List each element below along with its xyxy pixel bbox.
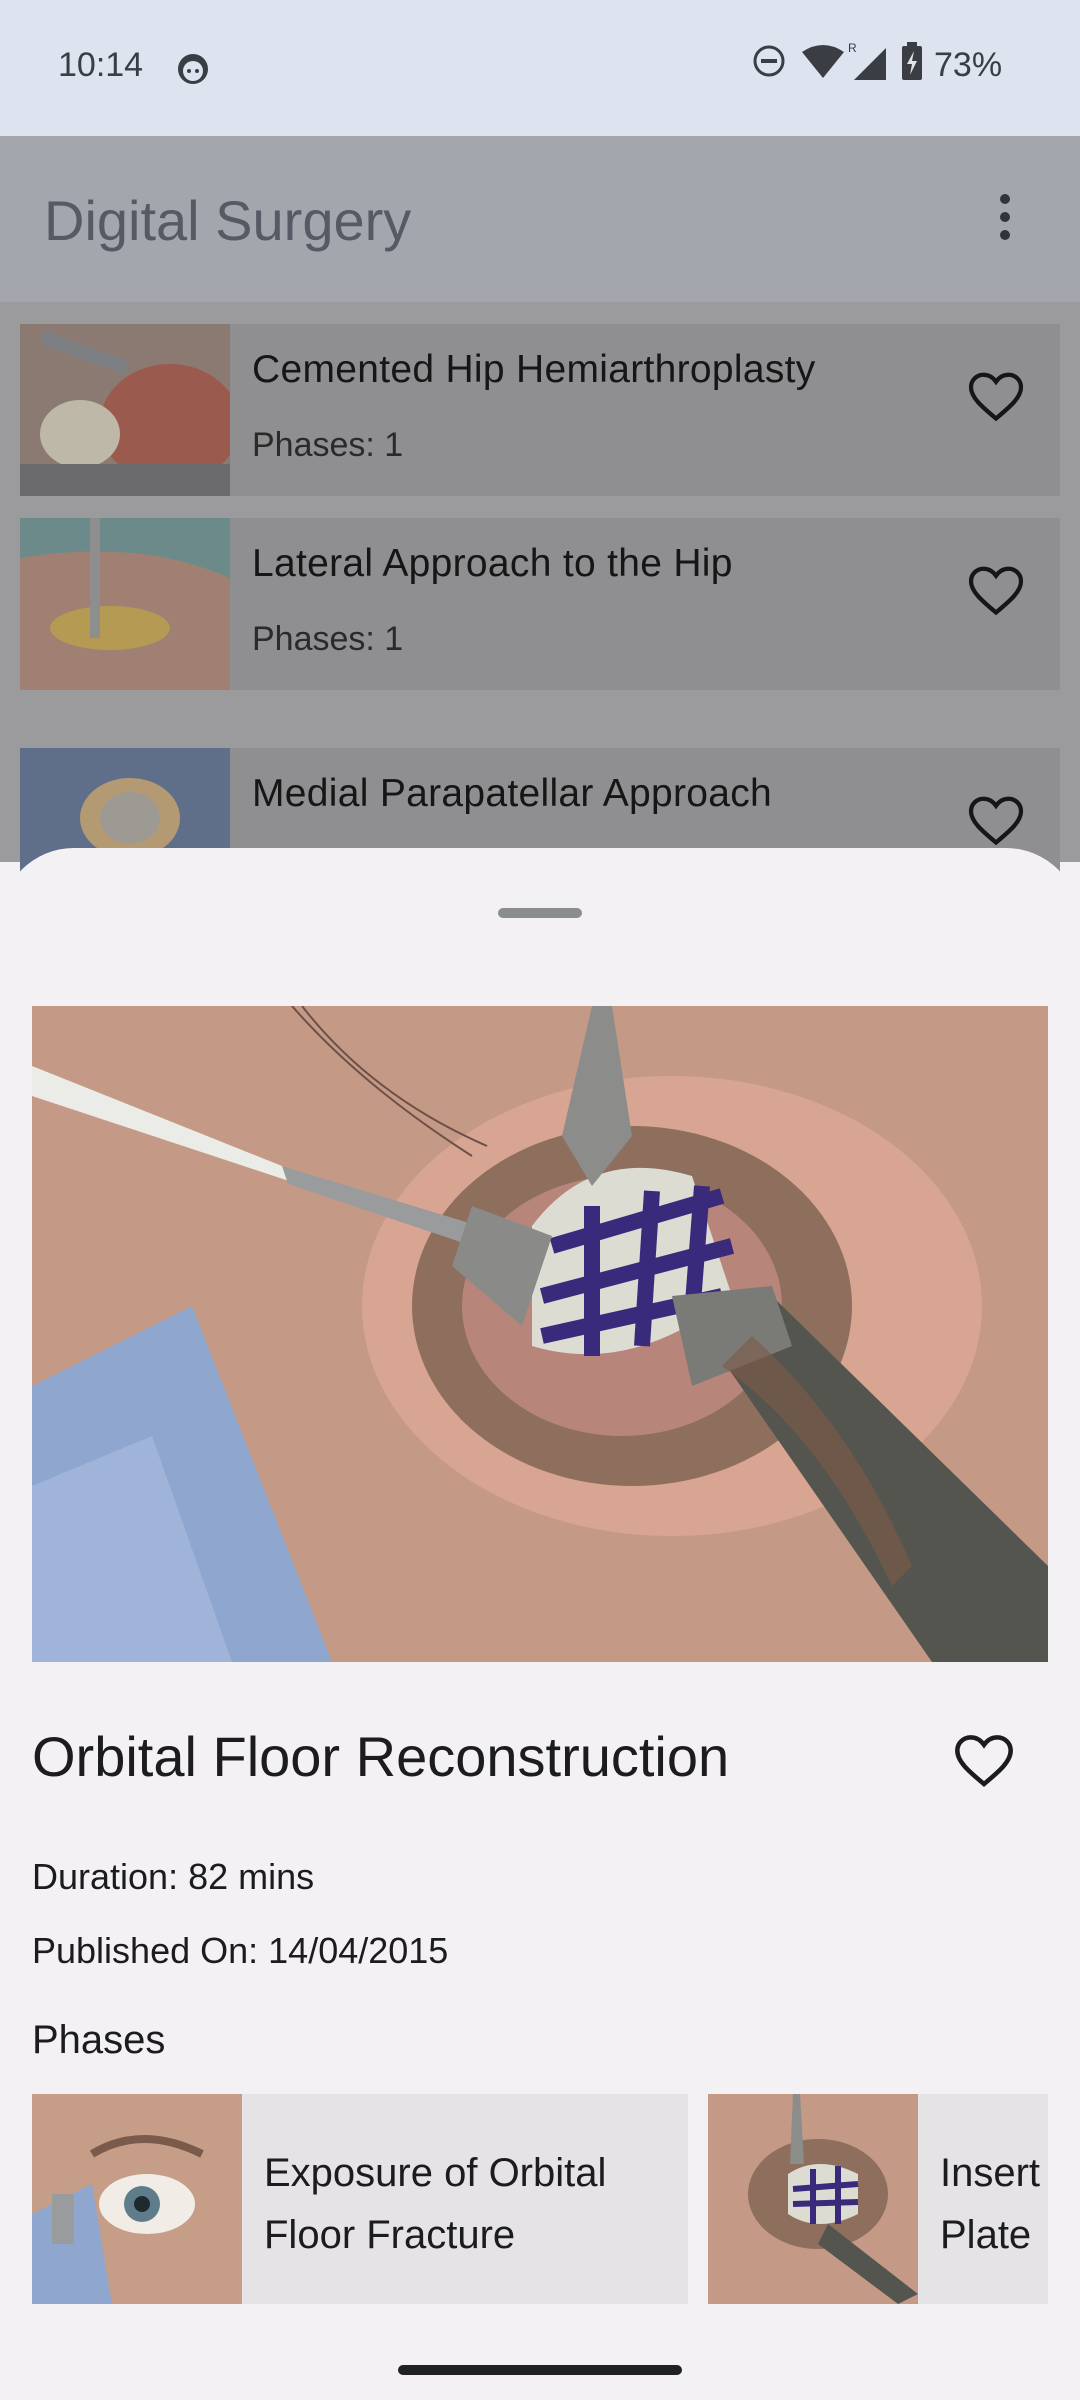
phase-thumbnail	[708, 2094, 918, 2304]
svg-text:R: R	[848, 41, 857, 55]
phase-label: Insert Plate	[940, 2151, 1041, 2257]
battery-percent: 73%	[934, 46, 1003, 84]
wifi-icon	[802, 45, 844, 78]
more-vert-icon[interactable]	[990, 194, 1020, 244]
procedure-list: Cemented Hip Hemiarthroplasty Phases: 1 …	[0, 302, 1080, 920]
procedure-detail-sheet: Orbital Floor Reconstruction Duration: 8…	[0, 848, 1080, 2335]
status-bar: 10:14 R 73%	[0, 0, 1080, 136]
procedure-phases: Phases: 1	[252, 620, 404, 658]
procedure-title: Orbital Floor Reconstruction	[32, 1725, 730, 1788]
procedure-phases: Phases: 1	[252, 426, 404, 464]
procedure-title: Lateral Approach to the Hip	[252, 542, 733, 585]
app-title: Digital Surgery	[44, 189, 412, 252]
list-item[interactable]: Lateral Approach to the Hip Phases: 1	[20, 518, 1060, 690]
battery-charging-icon	[902, 42, 922, 80]
phases-heading: Phases	[32, 2018, 166, 2062]
dnd-icon	[753, 45, 785, 77]
list-item[interactable]: Cemented Hip Hemiarthroplasty Phases: 1	[20, 324, 1060, 496]
drag-handle[interactable]	[498, 908, 582, 918]
favorite-icon[interactable]	[966, 560, 1026, 620]
phase-card[interactable]: Insert Plate	[708, 2094, 1048, 2304]
procedure-thumbnail	[20, 518, 230, 690]
status-time: 10:14	[58, 46, 144, 84]
gesture-nav-bar	[0, 2335, 1080, 2400]
phase-card[interactable]: Exposure of Orbital Floor Fracture	[32, 2094, 688, 2304]
procedure-title: Medial Parapatellar Approach	[252, 772, 773, 815]
app-bar: Digital Surgery	[0, 136, 1080, 302]
signal-roaming-icon: R	[848, 41, 886, 80]
procedure-hero-image	[32, 1006, 1048, 1662]
favorite-icon[interactable]	[966, 790, 1026, 850]
procedure-title: Cemented Hip Hemiarthroplasty	[252, 348, 816, 391]
procedure-published-date: Published On: 14/04/2015	[32, 1930, 449, 1971]
phase-label: Exposure of Orbital Floor Fracture	[264, 2151, 607, 2257]
phase-thumbnail	[32, 2094, 242, 2304]
face-icon	[178, 54, 208, 84]
home-handle[interactable]	[398, 2365, 682, 2375]
procedure-duration: Duration: 82 mins	[32, 1856, 315, 1897]
favorite-icon[interactable]	[952, 1728, 1016, 1792]
procedure-thumbnail	[20, 324, 230, 496]
favorite-icon[interactable]	[966, 366, 1026, 426]
